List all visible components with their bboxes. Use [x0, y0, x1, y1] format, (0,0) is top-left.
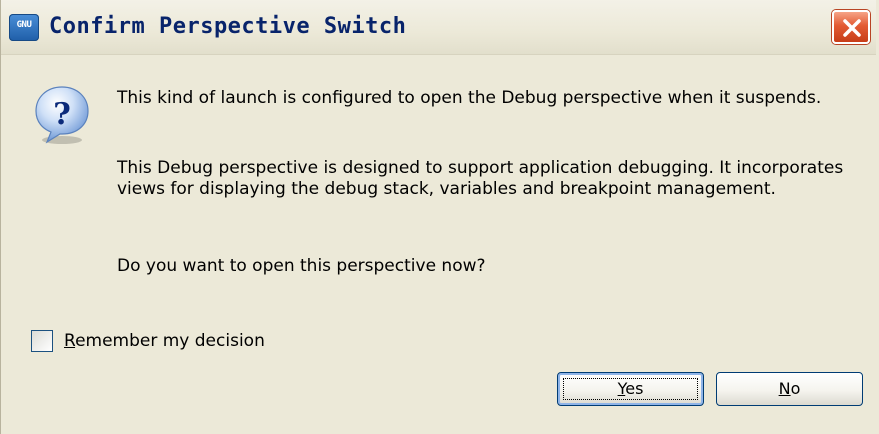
close-icon — [843, 19, 861, 37]
remember-decision-checkbox[interactable] — [31, 330, 53, 352]
no-label-rest: o — [790, 379, 801, 398]
title-bar[interactable]: GNU Confirm Perspective Switch — [1, 0, 876, 55]
remember-mnemonic: R — [64, 331, 76, 351]
message-paragraph-1: This kind of launch is configured to ope… — [117, 88, 822, 108]
app-icon-label: GNU — [16, 20, 32, 30]
remember-decision-label[interactable]: Remember my decision — [64, 329, 265, 353]
no-button[interactable]: No — [716, 372, 863, 406]
dialog-title: Confirm Perspective Switch — [49, 14, 407, 39]
no-mnemonic: N — [778, 379, 791, 398]
yes-focus-ring — [563, 378, 698, 400]
message-paragraph-3: Do you want to open this perspective now… — [117, 256, 486, 276]
confirm-perspective-switch-dialog: GNU Confirm Perspective Switch ? This ki… — [0, 0, 876, 434]
message-paragraph-2: This Debug perspective is designed to su… — [117, 158, 844, 199]
close-button[interactable] — [832, 10, 870, 44]
gnu-app-icon[interactable]: GNU — [9, 14, 39, 41]
remember-label-rest: emember my decision — [75, 331, 265, 351]
svg-text:?: ? — [53, 97, 71, 132]
yes-button[interactable]: Yes — [557, 372, 704, 406]
question-icon: ? — [35, 86, 89, 144]
